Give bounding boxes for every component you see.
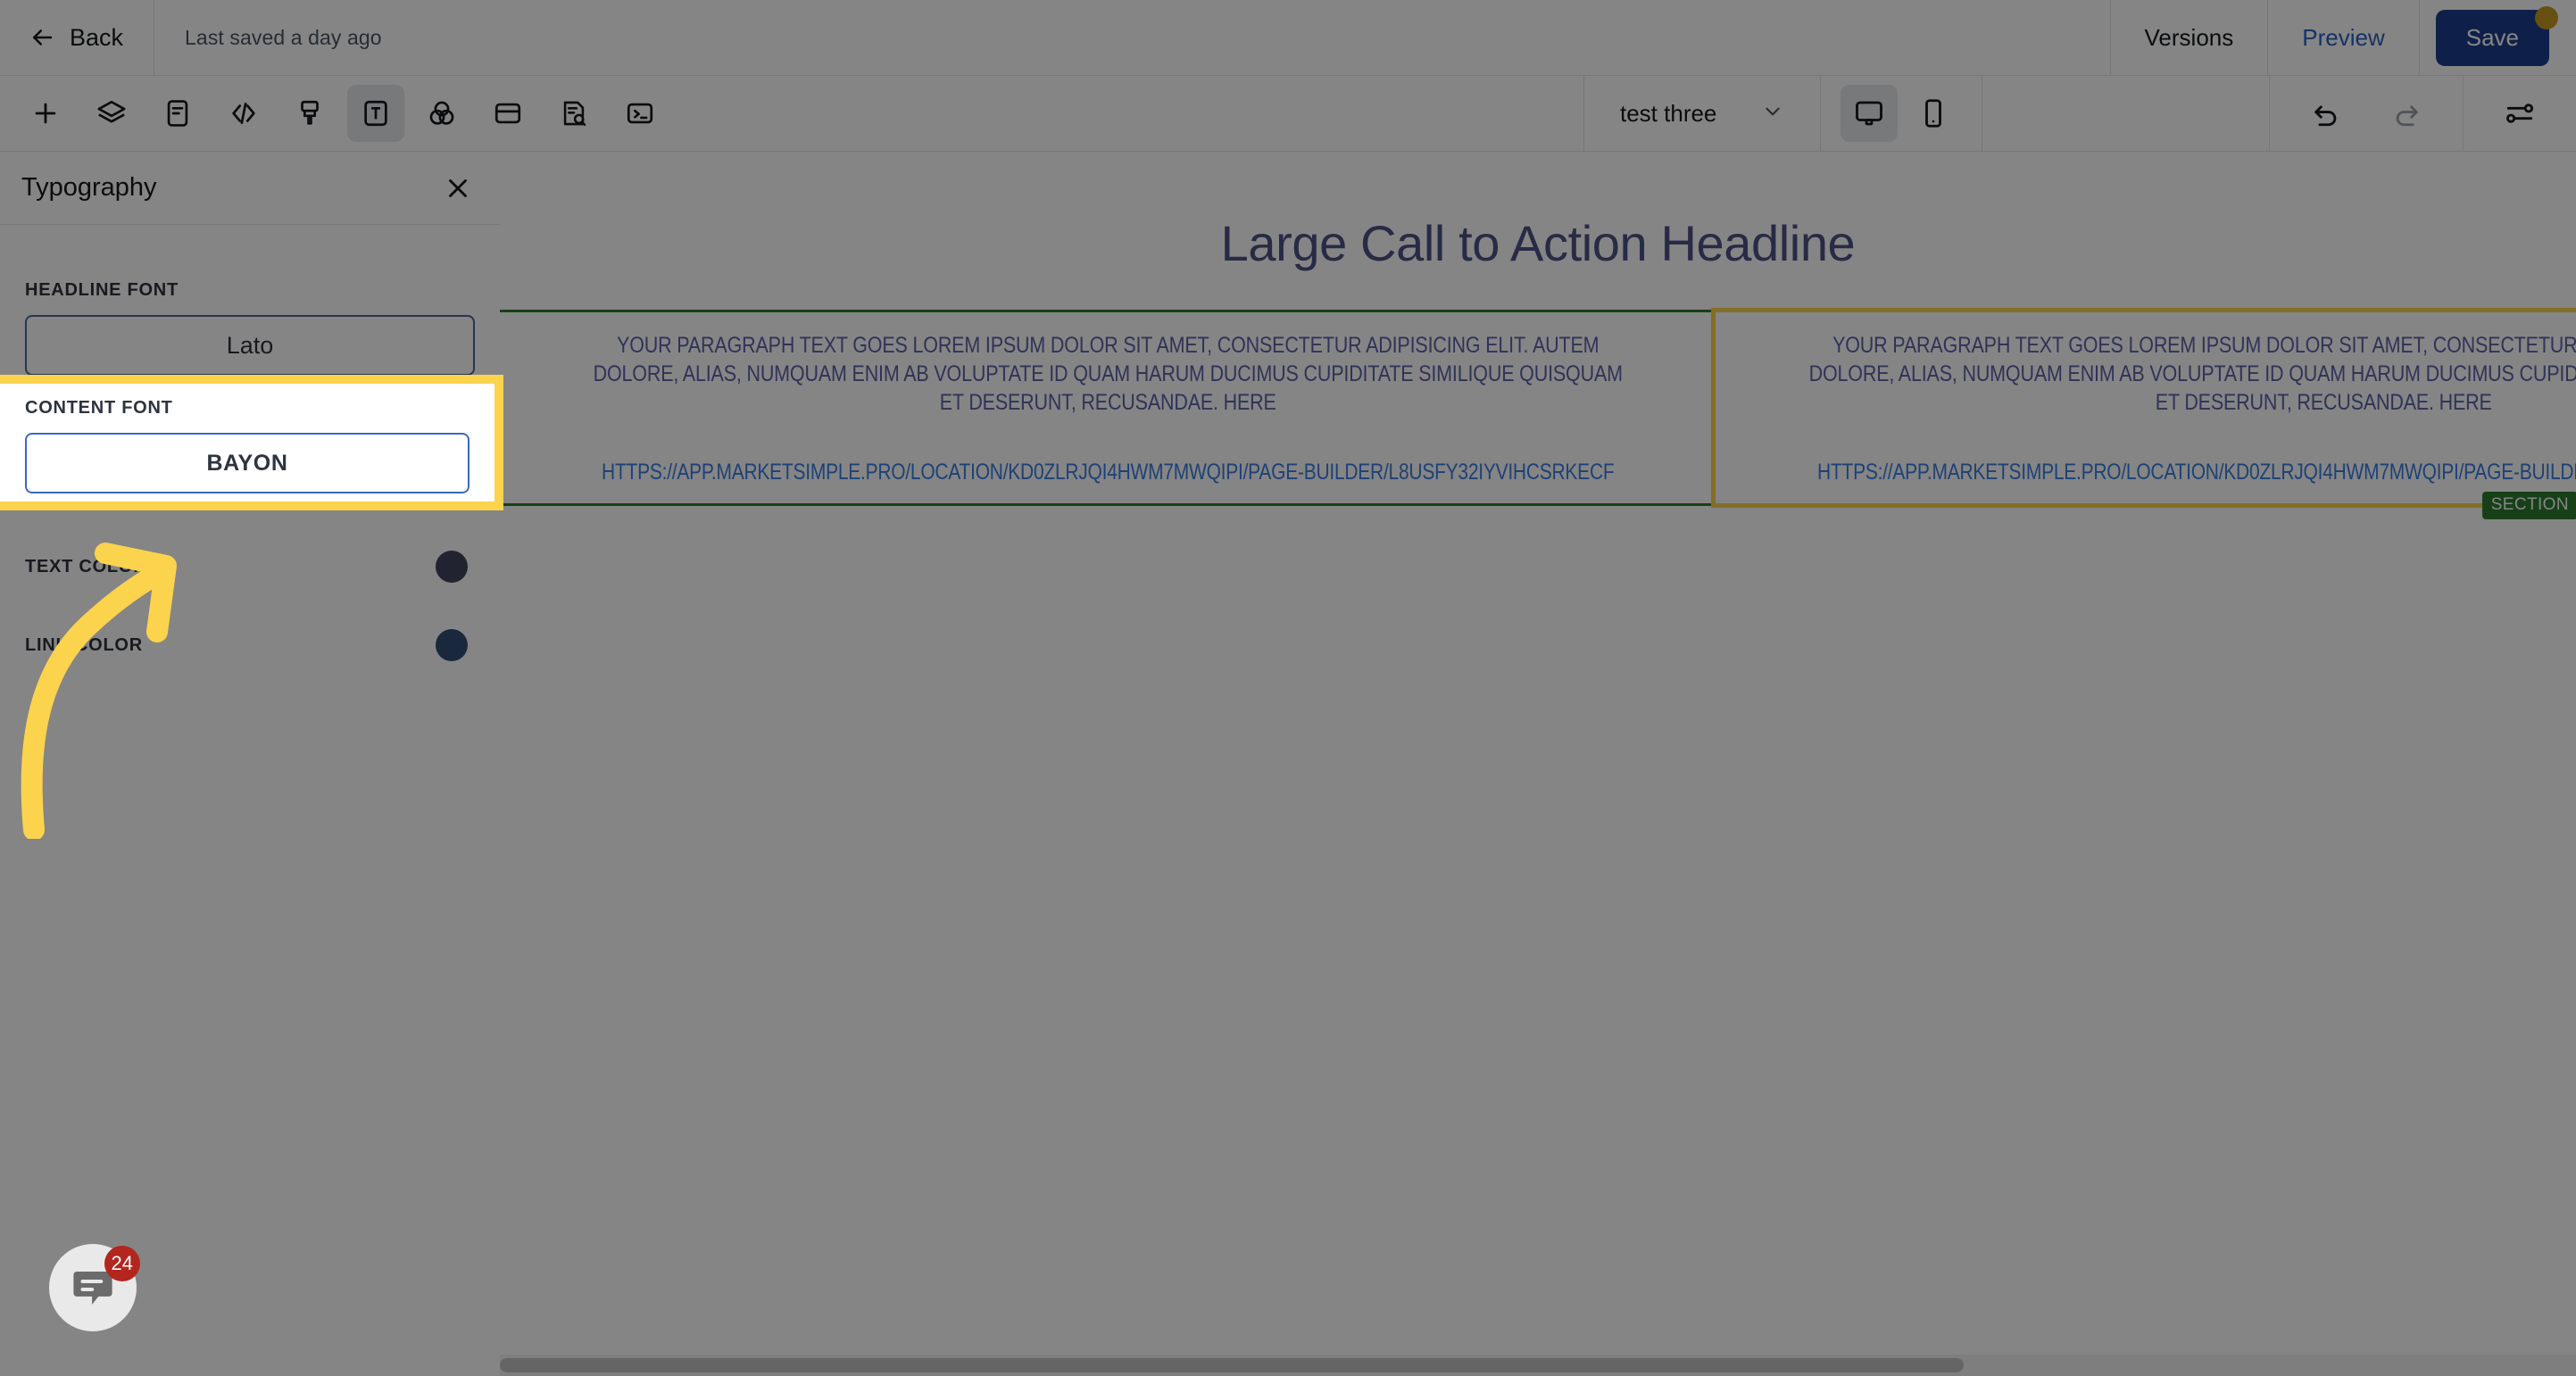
paragraph-link-right[interactable]: https://app.marketsimple.pro/location/kd… bbox=[1818, 460, 2576, 485]
document-icon-button[interactable] bbox=[149, 85, 206, 142]
page-builder-app: Back Last saved a day ago Versions Previ… bbox=[0, 0, 2576, 1376]
content-font-button[interactable]: BAYON bbox=[25, 433, 469, 493]
text-color-swatch[interactable] bbox=[436, 551, 468, 583]
top-bar: Back Last saved a day ago Versions Previ… bbox=[0, 0, 2576, 76]
back-label: Back bbox=[70, 23, 124, 51]
chat-widget-button[interactable]: 24 bbox=[49, 1244, 140, 1331]
topbar-actions: Versions Preview Save bbox=[2109, 0, 2576, 76]
section-columns: Your paragraph text goes Lorem ipsum dol… bbox=[500, 308, 2576, 508]
color-blend-icon-button[interactable] bbox=[413, 85, 470, 142]
content-font-highlight: CONTENT FONT BAYON bbox=[0, 375, 503, 510]
panel-header: Typography bbox=[0, 152, 500, 225]
save-button-wrapper: Save bbox=[2420, 5, 2576, 66]
history-group bbox=[2270, 85, 2463, 142]
page-section[interactable]: Your paragraph text goes Lorem ipsum dol… bbox=[500, 308, 2576, 519]
layers-icon-button[interactable] bbox=[83, 85, 140, 142]
content-font-label: CONTENT FONT bbox=[25, 398, 173, 418]
undo-button[interactable] bbox=[2298, 85, 2355, 142]
mobile-view-button[interactable] bbox=[1905, 85, 1962, 142]
paragraph-text-left[interactable]: Your paragraph text goes Lorem ipsum dol… bbox=[590, 331, 1626, 417]
desktop-view-button[interactable] bbox=[1841, 85, 1899, 142]
add-element-icon-button[interactable] bbox=[17, 85, 74, 142]
last-saved-status: Last saved a day ago bbox=[185, 25, 382, 49]
settings-group bbox=[2464, 85, 2576, 142]
preview-button[interactable]: Preview bbox=[2268, 24, 2418, 52]
chat-unread-badge: 24 bbox=[104, 1246, 140, 1281]
page-headline[interactable]: Large Call to Action Headline bbox=[500, 152, 2576, 272]
terminal-icon-button[interactable] bbox=[611, 85, 669, 142]
viewport-toggle-group bbox=[1821, 85, 1982, 142]
link-color-swatch[interactable] bbox=[436, 629, 468, 661]
page-selector[interactable]: test three bbox=[1584, 76, 1820, 152]
arrow-left-icon bbox=[29, 24, 55, 51]
headline-font-label: HEADLINE FONT bbox=[25, 280, 179, 300]
brush-icon-button[interactable] bbox=[281, 85, 338, 142]
page-canvas[interactable]: Large Call to Action Headline Your parag… bbox=[500, 152, 2576, 1355]
code-icon-button[interactable] bbox=[215, 85, 272, 142]
scrollbar-thumb[interactable] bbox=[500, 1358, 1964, 1372]
column-right-highlighted[interactable]: Your paragraph text goes Lorem ipsum dol… bbox=[1711, 308, 2576, 508]
redo-button[interactable] bbox=[2378, 85, 2435, 142]
toolbar-tool-group bbox=[0, 85, 673, 142]
unsaved-changes-indicator bbox=[2535, 5, 2558, 29]
sliders-icon-button[interactable] bbox=[2491, 85, 2548, 142]
versions-button[interactable]: Versions bbox=[2111, 24, 2268, 52]
close-icon[interactable] bbox=[443, 173, 473, 203]
canvas-horizontal-scrollbar[interactable] bbox=[500, 1355, 2576, 1376]
typography-icon-button[interactable] bbox=[347, 85, 404, 142]
text-color-row[interactable]: TEXT COLOR bbox=[25, 527, 475, 606]
page-preview: Large Call to Action Headline Your parag… bbox=[500, 152, 2576, 1330]
text-color-label: TEXT COLOR bbox=[25, 556, 147, 576]
seo-audit-icon-button[interactable] bbox=[545, 85, 602, 142]
typography-panel: Typography HEADLINE FONT Lato TEXT COLOR… bbox=[0, 152, 500, 1376]
chevron-down-icon bbox=[1761, 100, 1784, 128]
toolbar-right-group bbox=[2269, 75, 2576, 152]
back-button[interactable]: Back bbox=[0, 0, 154, 76]
headline-font-button[interactable]: Lato bbox=[25, 315, 475, 376]
editor-toolbar: test three bbox=[0, 75, 2576, 152]
card-icon-button[interactable] bbox=[479, 85, 536, 142]
section-badge: SECTION bbox=[2481, 492, 2576, 519]
save-button[interactable]: Save bbox=[2435, 9, 2549, 66]
page-selector-label: test three bbox=[1620, 99, 1717, 127]
panel-title: Typography bbox=[21, 173, 157, 202]
paragraph-link-left[interactable]: https://app.marketsimple.pro/location/kd… bbox=[602, 460, 1615, 485]
link-color-label: LINK COLOR bbox=[25, 634, 143, 655]
paragraph-text-right[interactable]: Your paragraph text goes Lorem ipsum dol… bbox=[1806, 331, 2576, 417]
column-left[interactable]: Your paragraph text goes Lorem ipsum dol… bbox=[500, 312, 1716, 503]
link-color-row[interactable]: LINK COLOR bbox=[25, 606, 475, 684]
